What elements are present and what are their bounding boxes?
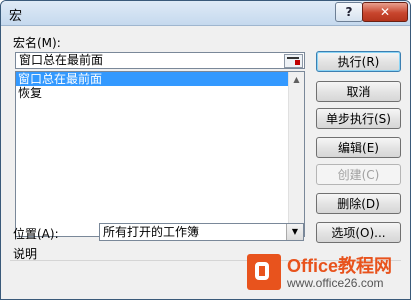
window-title: 宏 (9, 9, 23, 24)
edit-button[interactable]: 编辑(E) (316, 137, 401, 158)
title-bar[interactable]: 宏 ? ✕ (1, 1, 410, 26)
scroll-up-icon[interactable]: ▲ (289, 72, 304, 87)
help-button[interactable]: ? (335, 2, 363, 22)
watermark-title: Office教程网 (287, 256, 393, 276)
location-select[interactable]: 所有打开的工作簿 ▼ (99, 223, 304, 241)
chevron-down-icon[interactable]: ▼ (286, 224, 303, 240)
create-button[interactable]: 创建(C) (316, 164, 401, 185)
location-label: 位置(A): (13, 227, 59, 241)
list-item[interactable]: 窗口总在最前面 (16, 72, 304, 86)
cancel-button[interactable]: 取消 (316, 81, 401, 102)
range-select-icon (287, 57, 299, 59)
office-logo-icon (247, 254, 281, 290)
list-item[interactable]: 恢复 (16, 86, 304, 100)
range-select-button[interactable] (284, 54, 303, 68)
macro-list[interactable]: 窗口总在最前面 恢复 ▲ ▼ (15, 71, 305, 237)
macro-name-label: 宏名(M): (13, 36, 61, 50)
vertical-scrollbar[interactable]: ▲ ▼ (288, 72, 304, 236)
watermark: Office教程网 www.office26.com (247, 250, 407, 298)
macro-name-input[interactable]: 窗口总在最前面 (15, 52, 305, 69)
close-button[interactable]: ✕ (362, 2, 408, 22)
macro-dialog: 宏 ? ✕ 宏名(M): 窗口总在最前面 窗口总在最前面 恢复 ▲ ▼ 执行(R… (0, 0, 411, 300)
watermark-url: www.office26.com (287, 276, 384, 290)
run-button[interactable]: 执行(R) (316, 51, 401, 72)
range-select-marker (295, 60, 300, 65)
step-into-button[interactable]: 单步执行(S) (316, 108, 401, 129)
location-value: 所有打开的工作簿 (103, 225, 200, 239)
dialog-body: 宏名(M): 窗口总在最前面 窗口总在最前面 恢复 ▲ ▼ 执行(R) 取消 单… (1, 26, 410, 299)
delete-button[interactable]: 删除(D) (316, 193, 401, 214)
options-button[interactable]: 选项(O)... (316, 222, 401, 243)
